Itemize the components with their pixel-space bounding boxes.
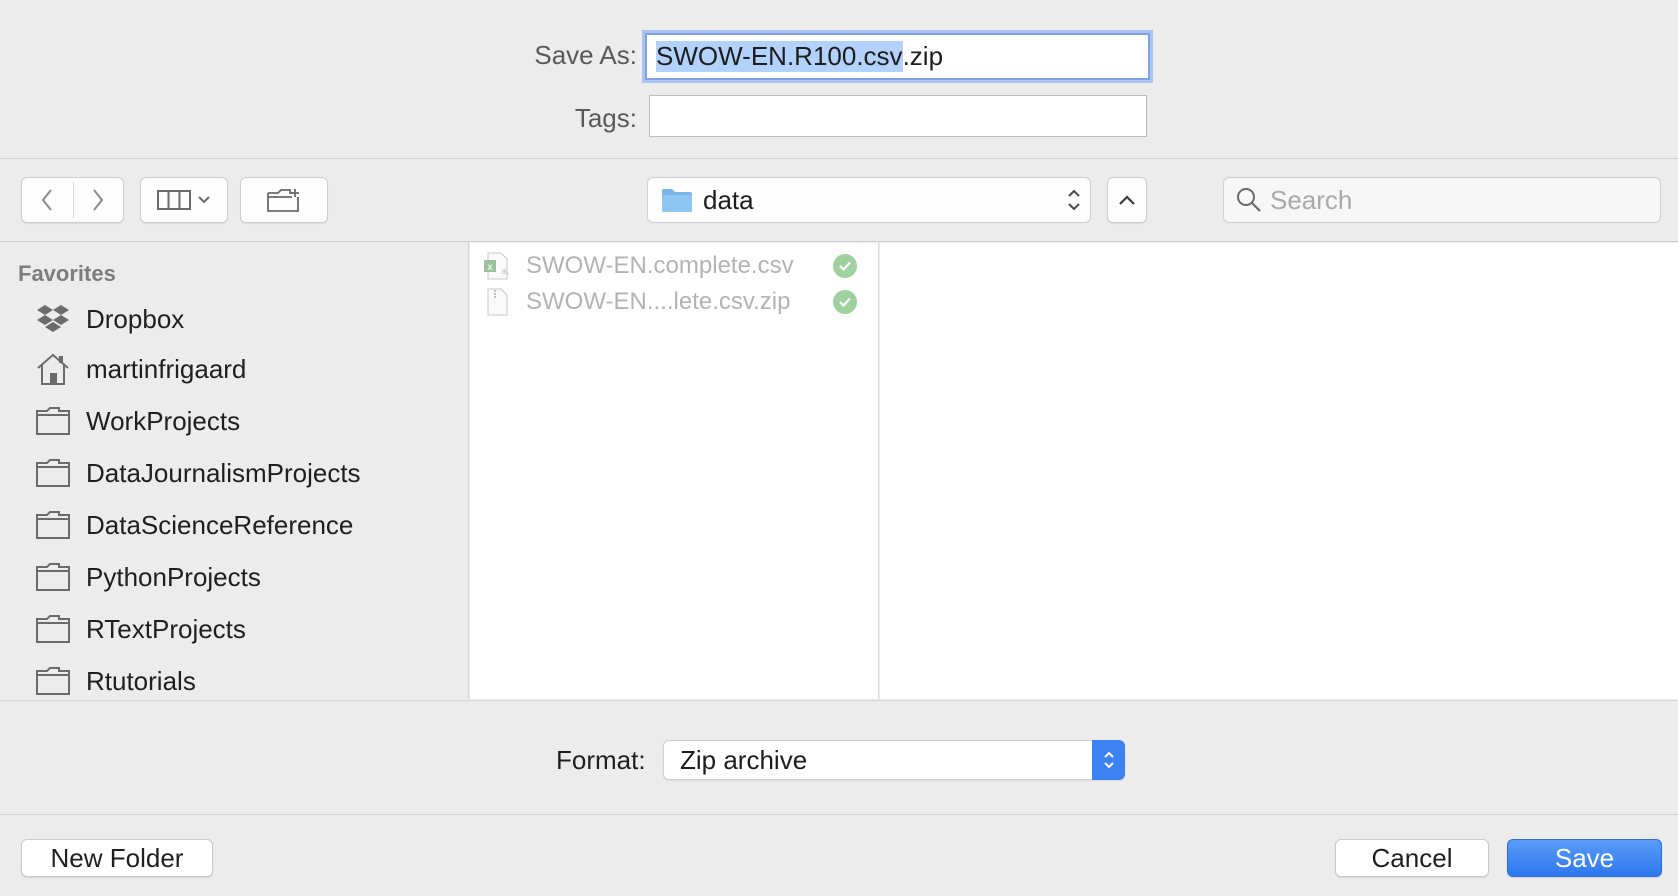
file-row[interactable]: SWOW-EN....lete.csv.zip	[482, 285, 867, 319]
file-column: x a, SWOW-EN.complete.csv SWOW-EN....lete…	[470, 243, 879, 699]
dropbox-icon	[34, 301, 72, 337]
sidebar-item-label: PythonProjects	[86, 561, 261, 592]
save-button[interactable]: Save	[1507, 839, 1662, 877]
synced-check-icon	[833, 254, 857, 278]
cancel-button[interactable]: Cancel	[1335, 839, 1489, 877]
folder-icon	[662, 189, 692, 212]
view-mode-button[interactable]	[140, 177, 228, 223]
sidebar: Favorites Dropbox martinfrigaard WorkPro…	[0, 243, 469, 699]
format-label: Format:	[556, 745, 646, 775]
sidebar-item-label: martinfrigaard	[86, 353, 247, 384]
chevron-down-icon	[198, 196, 210, 204]
spreadsheet-file-icon: x a,	[484, 252, 509, 280]
chevron-right-icon	[92, 189, 104, 211]
sidebar-item-label: Rtutorials	[86, 665, 196, 696]
save-as-label: Save As:	[534, 40, 637, 70]
chevron-up-icon	[1119, 195, 1135, 205]
svg-text:a,: a,	[501, 267, 509, 277]
save-as-extension: .zip	[902, 41, 944, 71]
file-row[interactable]: x a, SWOW-EN.complete.csv	[482, 249, 867, 283]
location-popup[interactable]: data	[647, 177, 1091, 223]
folder-icon	[34, 507, 72, 543]
sidebar-item-datajournalismprojects[interactable]: DataJournalismProjects	[34, 451, 361, 495]
sidebar-item-rtutorials[interactable]: Rtutorials	[34, 659, 196, 699]
empty-column	[880, 243, 1678, 699]
sidebar-item-label: RTextProjects	[86, 613, 246, 644]
location-label: data	[703, 184, 754, 215]
up-down-chevron-icon	[1068, 189, 1080, 211]
format-popup[interactable]: Zip archive	[663, 740, 1125, 780]
nav-buttons	[21, 177, 124, 223]
sidebar-item-label: DataJournalismProjects	[86, 457, 361, 488]
folder-icon	[34, 559, 72, 595]
home-icon	[34, 351, 72, 387]
save-as-field[interactable]: SWOW-EN.R100.csv .zip	[645, 33, 1150, 80]
chevron-left-icon	[41, 189, 53, 211]
sidebar-item-rtextprojects[interactable]: RTextProjects	[34, 607, 246, 651]
new-folder-icon	[267, 189, 299, 212]
sidebar-item-pythonprojects[interactable]: PythonProjects	[34, 555, 261, 599]
sidebar-item-dropbox[interactable]: Dropbox	[34, 297, 184, 341]
sidebar-item-label: DataScienceReference	[86, 509, 354, 540]
file-name: SWOW-EN....lete.csv.zip	[526, 288, 791, 315]
tags-label: Tags:	[574, 103, 637, 133]
back-button[interactable]	[22, 178, 73, 222]
sidebar-item-home[interactable]: martinfrigaard	[34, 347, 246, 391]
search-field[interactable]: Search	[1223, 177, 1661, 223]
file-name: SWOW-EN.complete.csv	[526, 252, 794, 279]
folder-icon	[34, 611, 72, 647]
browser-toolbar: data Search	[0, 160, 1678, 242]
save-as-selected-text: SWOW-EN.R100.csv	[656, 41, 903, 72]
folder-icon	[34, 455, 72, 491]
synced-check-icon	[833, 290, 857, 314]
sidebar-item-label: Dropbox	[86, 303, 185, 334]
search-placeholder: Search	[1270, 184, 1353, 215]
zip-file-icon	[487, 288, 508, 316]
new-folder-toolbar-button[interactable]	[240, 177, 328, 223]
forward-button[interactable]	[73, 178, 124, 222]
sidebar-item-workprojects[interactable]: WorkProjects	[34, 399, 240, 443]
svg-text:x: x	[487, 262, 493, 273]
format-bar: Format: Zip archive	[0, 700, 1678, 815]
folder-icon	[34, 663, 72, 699]
sidebar-heading: Favorites	[18, 261, 116, 286]
up-down-chevron-icon	[1092, 740, 1125, 780]
sidebar-item-label: WorkProjects	[86, 405, 241, 436]
columns-view-icon	[157, 190, 191, 210]
save-header: Save As: SWOW-EN.R100.csv .zip Tags:	[0, 0, 1678, 159]
search-icon	[1237, 188, 1261, 212]
folder-icon	[34, 403, 72, 439]
format-value: Zip archive	[680, 744, 808, 775]
tags-field[interactable]	[649, 95, 1147, 137]
new-folder-button[interactable]: New Folder	[21, 839, 213, 877]
sidebar-item-datasciencereference[interactable]: DataScienceReference	[34, 503, 353, 547]
collapse-button[interactable]	[1107, 177, 1147, 223]
